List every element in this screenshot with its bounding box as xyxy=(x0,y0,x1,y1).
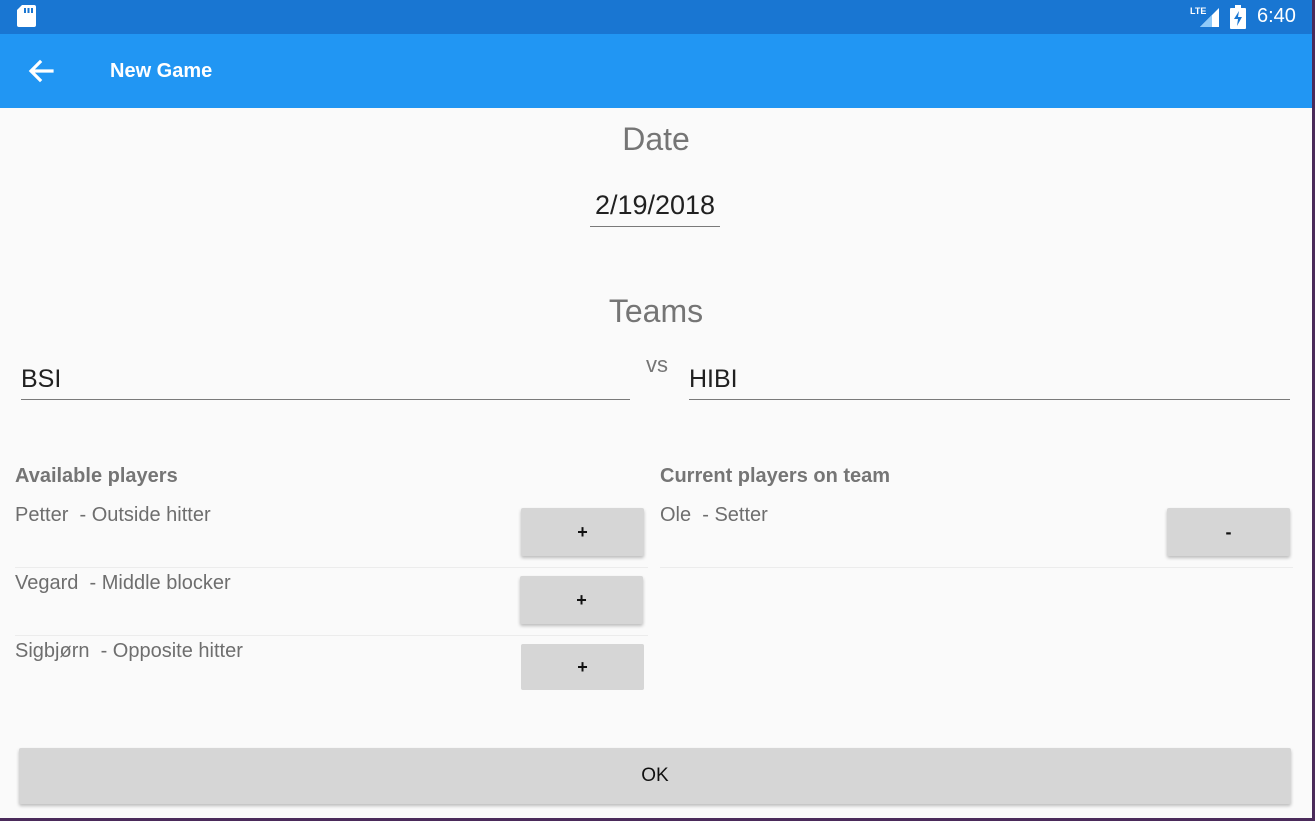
away-team-value: HIBI xyxy=(689,365,738,393)
player-label: Ole - Setter xyxy=(660,504,768,526)
ok-button[interactable]: OK xyxy=(19,748,1291,804)
list-divider xyxy=(15,635,648,636)
away-team-input[interactable]: HIBI xyxy=(689,365,1290,400)
available-players-heading: Available players xyxy=(15,465,178,487)
list-item: Ole - Setter - xyxy=(660,504,1293,574)
add-player-button[interactable]: + xyxy=(521,508,644,556)
status-bar: LTE 6:40 xyxy=(0,0,1312,34)
list-item: Vegard - Middle blocker + xyxy=(15,572,648,642)
list-divider xyxy=(15,567,648,568)
date-heading: Date xyxy=(622,121,690,157)
remove-player-button[interactable]: - xyxy=(1167,508,1290,556)
add-player-button[interactable]: + xyxy=(520,576,643,624)
list-item: Sigbjørn - Opposite hitter + xyxy=(15,640,648,710)
player-label: Petter - Outside hitter xyxy=(15,504,211,526)
player-label: Vegard - Middle blocker xyxy=(15,572,231,594)
home-team-value: BSI xyxy=(21,365,62,393)
app-bar: New Game xyxy=(0,34,1312,108)
list-item: Petter - Outside hitter + xyxy=(15,504,648,574)
page-title: New Game xyxy=(110,60,213,82)
player-label: Sigbjørn - Opposite hitter xyxy=(15,640,243,662)
add-player-button[interactable]: + xyxy=(521,644,644,690)
status-clock: 6:40 xyxy=(1257,5,1296,27)
sd-card-icon xyxy=(17,5,36,27)
app-screen: LTE 6:40 New Game Date 2/19/2018 Teams B… xyxy=(0,0,1312,818)
battery-charging-icon xyxy=(1230,5,1246,29)
date-picker-field[interactable]: 2/19/2018 xyxy=(590,190,720,227)
arrow-back-icon[interactable] xyxy=(24,54,58,88)
vs-label: vs xyxy=(646,352,668,377)
teams-heading: Teams xyxy=(608,293,704,329)
home-team-input[interactable]: BSI xyxy=(21,365,630,400)
current-players-heading: Current players on team xyxy=(660,465,891,487)
network-type-label: LTE xyxy=(1190,6,1206,16)
lte-signal-icon: LTE xyxy=(1190,6,1219,27)
list-divider xyxy=(660,567,1293,568)
